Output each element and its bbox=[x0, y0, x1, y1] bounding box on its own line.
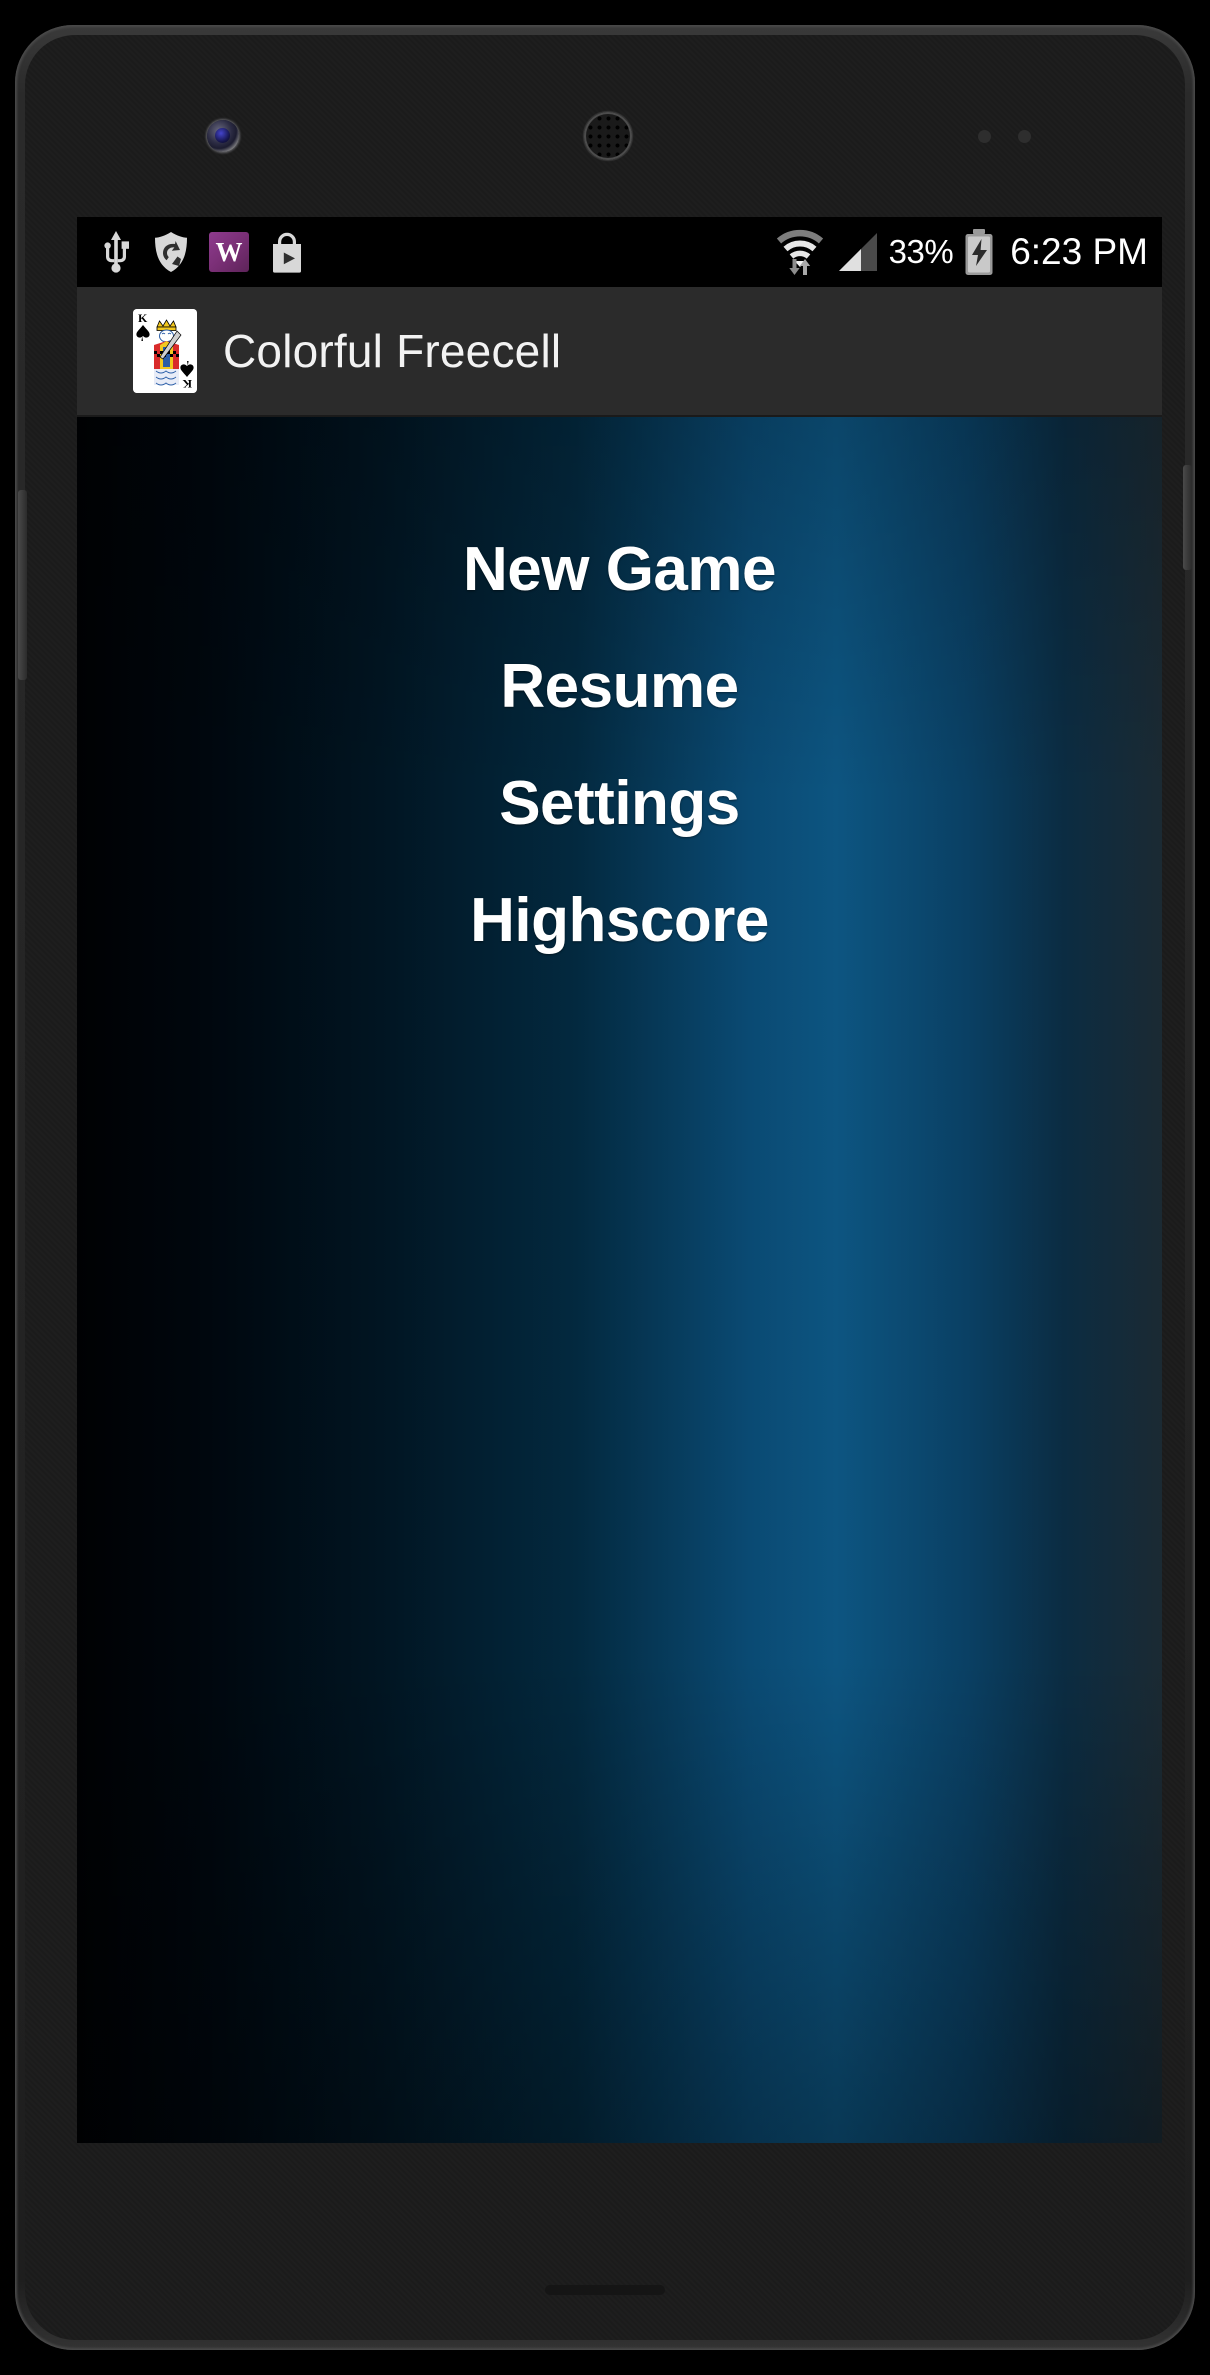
usb-icon bbox=[104, 231, 129, 273]
svg-text:K: K bbox=[138, 311, 148, 325]
game-background: New Game Resume Settings Highscore bbox=[77, 417, 1162, 2143]
action-bar: K K Colorful Freecell bbox=[77, 287, 1162, 417]
shield-icon bbox=[155, 232, 187, 272]
proximity-sensor-icon bbox=[978, 130, 991, 143]
status-bar-system-icons: 33% 6:23 PM bbox=[775, 228, 1148, 276]
main-menu: New Game Resume Settings Highscore bbox=[77, 417, 1162, 958]
battery-percent-label: 33% bbox=[888, 233, 954, 270]
bottom-speaker-grille bbox=[545, 2285, 665, 2295]
menu-item-settings[interactable]: Settings bbox=[499, 767, 740, 840]
status-bar-notification-icons: W bbox=[99, 230, 307, 274]
power-button[interactable] bbox=[1183, 465, 1192, 570]
battery-charging-icon bbox=[965, 229, 993, 275]
phone-device-frame: W 33% 6:23 PM K K Colorful Freecell New … bbox=[15, 25, 1195, 2350]
page-title: Colorful Freecell bbox=[223, 325, 562, 377]
ambient-light-sensor-icon bbox=[1018, 130, 1031, 143]
menu-item-resume[interactable]: Resume bbox=[500, 650, 739, 723]
play-store-icon bbox=[273, 232, 301, 273]
phone-screen: W 33% 6:23 PM K K Colorful Freecell New … bbox=[77, 217, 1162, 2143]
earpiece-speaker bbox=[584, 112, 632, 160]
status-bar[interactable]: W 33% 6:23 PM bbox=[77, 217, 1162, 287]
king-of-spades-card-icon[interactable]: K K bbox=[133, 309, 197, 393]
volume-rocker-button[interactable] bbox=[18, 490, 27, 680]
cellular-signal-icon bbox=[838, 233, 877, 271]
svg-text:K: K bbox=[182, 377, 192, 391]
menu-item-highscore[interactable]: Highscore bbox=[470, 884, 769, 957]
wordpress-icon: W bbox=[209, 232, 249, 272]
front-camera-lens bbox=[207, 120, 239, 152]
menu-item-new-game[interactable]: New Game bbox=[463, 533, 777, 606]
clock-label: 6:23 PM bbox=[1010, 231, 1148, 272]
wifi-icon bbox=[776, 229, 823, 275]
